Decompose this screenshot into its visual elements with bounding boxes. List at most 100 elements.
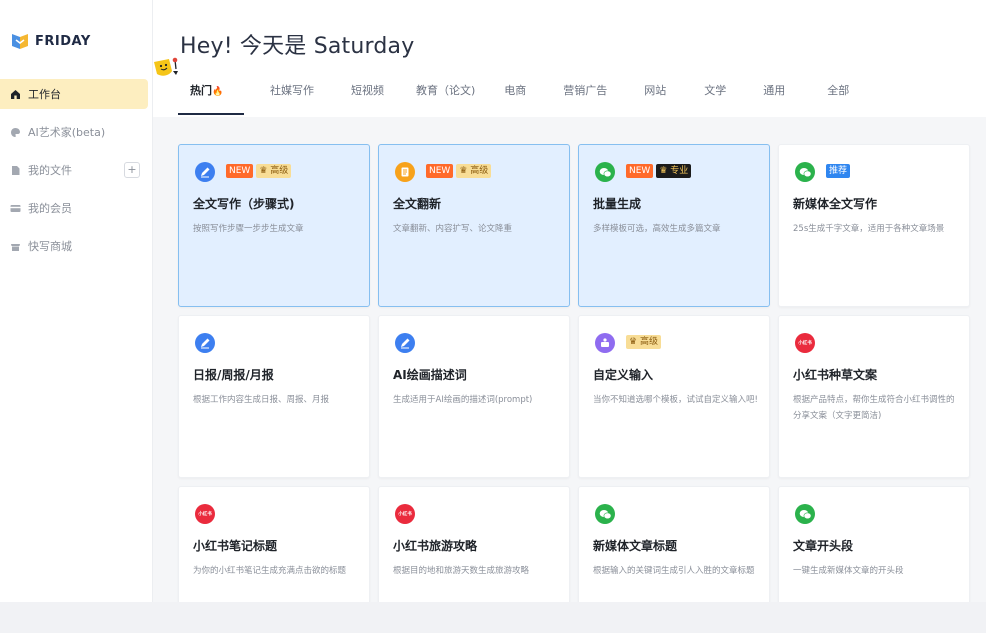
tab-all[interactable]: 全部 (827, 78, 849, 115)
card-description: 文章翻新、内容扩写、论文降重 (393, 224, 513, 234)
xiaohongshu-icon: 小红书 (395, 504, 415, 524)
page-greeting: Hey! 今天是 Saturday (180, 34, 415, 59)
sidebar-item-label: 工作台 (28, 88, 61, 101)
app-window: FRIDAY 工作台 AI艺术家(beta) 我的文件 + 我的会员 快写商城 … (0, 0, 986, 602)
wechat-icon (595, 162, 615, 182)
badge-label: 高级 (639, 337, 658, 347)
card-title: 小红书种草文案 (793, 368, 878, 382)
template-card-opening-paragraph[interactable]: 文章开头段 一键生成新媒体文章的开头段 (778, 486, 970, 602)
xiaohongshu-icon: 小红书 (195, 504, 215, 524)
card-description: 根据目的地和旅游天数生成旅游攻略 (393, 566, 530, 576)
topbar: Hey! 今天是 Saturday 热门🔥 社媒写作 短视频 教育（论文) 电商… (153, 0, 986, 117)
template-card-xhs-promo[interactable]: 小红书 小红书种草文案 根据产品特点，帮你生成符合小红书调性的分享文案（文字更简… (778, 315, 970, 478)
template-card-ai-prompt[interactable]: AI绘画描述词 生成适用于AI绘画的描述词(prompt) (378, 315, 570, 478)
template-card-article-title[interactable]: 新媒体文章标题 根据输入的关键词生成引人入胜的文章标题 (578, 486, 770, 602)
card-description: 根据工作内容生成日报、周报、月报 (193, 395, 330, 405)
premium-badge: ♛ 高级 (256, 164, 292, 178)
add-file-button[interactable]: + (124, 162, 140, 178)
card-title: 文章开头段 (793, 539, 854, 553)
tab-general[interactable]: 通用 (763, 78, 785, 115)
premium-badge: ♛ 高级 (626, 335, 661, 349)
card-title: 全文翻新 (393, 197, 442, 211)
tab-label: 热门 (190, 84, 212, 97)
sidebar-item-label: 快写商城 (28, 240, 72, 253)
badge-group: NEW ♛ 专业 (626, 164, 694, 178)
badge-group: ♛ 高级 (626, 335, 664, 349)
file-icon (10, 165, 21, 176)
home-icon (10, 89, 21, 100)
card-description: 根据产品特点，帮你生成符合小红书调性的分享文案（文字更简洁) (793, 395, 955, 421)
pen-icon (395, 333, 415, 353)
sidebar: FRIDAY 工作台 AI艺术家(beta) 我的文件 + 我的会员 快写商城 (0, 0, 153, 602)
template-card-full-writing[interactable]: NEW ♛ 高级 全文写作（步骤式) 按照写作步骤一步步生成文章 (178, 144, 370, 307)
sidebar-item-workbench[interactable]: 工作台 (0, 79, 148, 109)
tab-social-media[interactable]: 社媒写作 (270, 78, 314, 115)
pen-icon (195, 333, 215, 353)
template-card-new-media-writing[interactable]: 推荐 新媒体全文写作 25s生成千字文章，适用于各种文章场景 (778, 144, 970, 307)
template-card-custom-input[interactable]: ♛ 高级 自定义输入 当你不知道选哪个模板，试试自定义输入吧! (578, 315, 770, 478)
sidebar-nav: 工作台 AI艺术家(beta) 我的文件 + 我的会员 快写商城 (0, 79, 152, 269)
category-tabs: 热门🔥 社媒写作 短视频 教育（论文) 电商 营销广告 网站 文学 通用 全部 (178, 78, 849, 117)
sidebar-item-ai-artist[interactable]: AI艺术家(beta) (0, 117, 148, 147)
crown-icon: ♛ (259, 166, 271, 176)
page-bottom-margin (0, 602, 986, 633)
tab-active-indicator (178, 113, 244, 115)
palette-icon (10, 127, 21, 138)
template-card-rewrite[interactable]: NEW ♛ 高级 全文翻新 文章翻新、内容扩写、论文降重 (378, 144, 570, 307)
badge-group: NEW ♛ 高级 (426, 164, 494, 178)
card-title: 日报/周报/月报 (193, 368, 274, 382)
card-title: 批量生成 (593, 197, 642, 211)
pen-icon (195, 162, 215, 182)
card-title: 全文写作（步骤式) (193, 197, 295, 211)
template-card-reports[interactable]: 日报/周报/月报 根据工作内容生成日报、周报、月报 (178, 315, 370, 478)
badge-label: 高级 (470, 166, 489, 176)
tab-website[interactable]: 网站 (644, 78, 666, 115)
card-description: 生成适用于AI绘画的描述词(prompt) (393, 395, 533, 405)
card-description: 当你不知道选哪个模板，试试自定义输入吧! (593, 395, 758, 405)
card-description: 根据输入的关键词生成引人入胜的文章标题 (593, 566, 755, 576)
card-description: 多样模板可选，高效生成多篇文章 (593, 224, 721, 234)
wechat-icon (795, 162, 815, 182)
shop-icon (10, 241, 21, 252)
tab-literature[interactable]: 文学 (704, 78, 726, 115)
xiaohongshu-icon: 小红书 (795, 333, 815, 353)
card-description: 一键生成新媒体文章的开头段 (793, 566, 904, 576)
sidebar-item-label: AI艺术家(beta) (28, 126, 106, 139)
premium-badge: ♛ 高级 (456, 164, 492, 178)
crown-icon: ♛ (629, 337, 640, 347)
friday-logo-icon (10, 31, 30, 51)
sidebar-item-label: 我的文件 (28, 164, 72, 177)
card-title: 新媒体全文写作 (793, 197, 878, 211)
badge-label: 高级 (270, 166, 289, 176)
template-card-batch[interactable]: NEW ♛ 专业 批量生成 多样模板可选，高效生成多篇文章 (578, 144, 770, 307)
tab-hot[interactable]: 热门🔥 (178, 78, 244, 115)
document-icon (395, 162, 415, 182)
sidebar-item-shop[interactable]: 快写商城 (0, 231, 148, 261)
card-title: 新媒体文章标题 (593, 539, 678, 553)
new-badge: NEW (626, 164, 654, 178)
tab-education[interactable]: 教育（论文) (416, 78, 475, 115)
tab-ecommerce[interactable]: 电商 (504, 78, 526, 115)
sidebar-item-my-files[interactable]: 我的文件 + (0, 155, 148, 185)
brand-logo[interactable]: FRIDAY (10, 31, 91, 51)
card-description: 为你的小红书笔记生成充满点击欲的标题 (193, 566, 347, 576)
wechat-icon (795, 504, 815, 524)
crown-icon: ♛ (659, 166, 671, 176)
new-badge: NEW (426, 164, 454, 178)
new-badge: NEW (226, 164, 254, 178)
card-title: AI绘画描述词 (393, 368, 467, 382)
wechat-icon (595, 504, 615, 524)
recommend-badge: 推荐 (826, 164, 851, 178)
main-content: Hey! 今天是 Saturday 热门🔥 社媒写作 短视频 教育（论文) 电商… (153, 0, 986, 602)
crown-icon: ♛ (459, 166, 471, 176)
template-card-xhs-travel[interactable]: 小红书 小红书旅游攻略 根据目的地和旅游天数生成旅游攻略 (378, 486, 570, 602)
flame-icon: 🔥 (212, 87, 224, 97)
card-icon (10, 203, 21, 214)
tab-marketing[interactable]: 营销广告 (563, 78, 607, 115)
custom-icon (595, 333, 615, 353)
badge-label: 专业 (670, 166, 689, 176)
badge-group: NEW ♛ 高级 (226, 164, 294, 178)
template-card-xhs-title[interactable]: 小红书 小红书笔记标题 为你的小红书笔记生成充满点击欲的标题 (178, 486, 370, 602)
tab-short-video[interactable]: 短视频 (351, 78, 384, 115)
sidebar-item-membership[interactable]: 我的会员 (0, 193, 148, 223)
